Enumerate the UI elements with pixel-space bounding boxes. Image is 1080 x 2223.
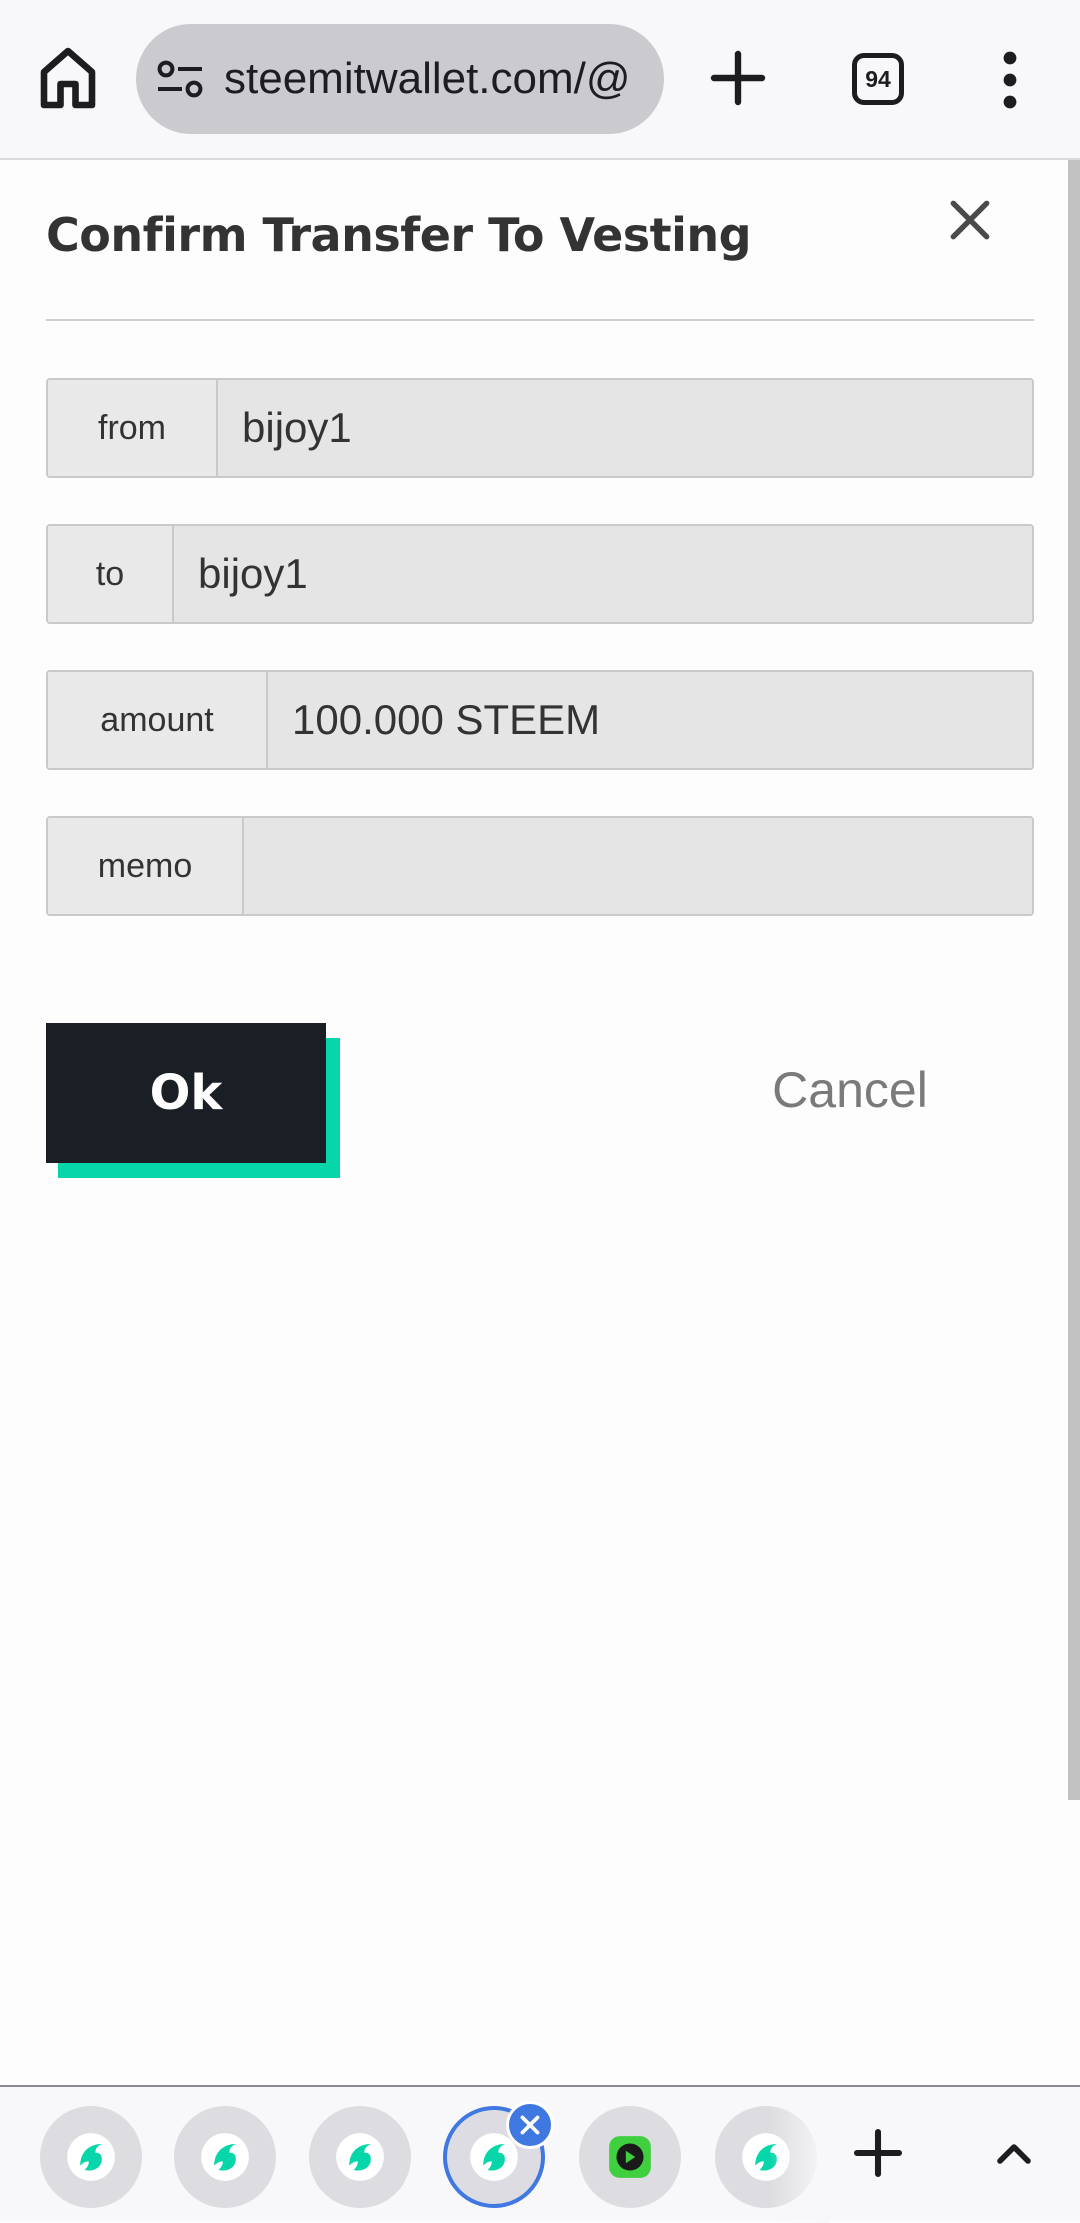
tab-steemit-3[interactable] xyxy=(309,2106,411,2208)
home-icon[interactable] xyxy=(32,42,104,114)
close-icon[interactable] xyxy=(945,195,995,245)
memo-field: memo xyxy=(46,816,1034,916)
memo-value xyxy=(244,818,1032,914)
to-value: bijoy1 xyxy=(174,526,1032,622)
close-tab-button[interactable] xyxy=(506,2101,554,2149)
tab-steemit-2[interactable] xyxy=(174,2106,276,2208)
browser-toolbar: steemitwallet.com/@ 94 xyxy=(0,0,1080,160)
tab-strip xyxy=(0,2085,1080,2223)
tab-video-app[interactable] xyxy=(579,2106,681,2208)
amount-value: 100.000 STEEM xyxy=(268,672,1032,768)
amount-label: amount xyxy=(48,672,268,768)
from-field: from bijoy1 xyxy=(46,378,1034,478)
chevron-up-icon[interactable] xyxy=(990,2129,1038,2177)
page-scrollbar[interactable] xyxy=(1068,160,1080,1800)
amount-field: amount 100.000 STEEM xyxy=(46,670,1034,770)
tab-strip-fade xyxy=(770,2087,830,2223)
ok-button[interactable]: Ok xyxy=(46,1023,326,1163)
ok-button-wrapper: Ok xyxy=(46,1023,340,1178)
new-tab-icon[interactable] xyxy=(706,46,770,110)
to-label: to xyxy=(48,526,174,622)
memo-label: memo xyxy=(48,818,244,914)
video-app-icon xyxy=(609,2136,651,2178)
url-text: steemitwallet.com/@ xyxy=(224,54,631,103)
address-bar[interactable]: steemitwallet.com/@ xyxy=(136,24,664,134)
more-menu-icon[interactable] xyxy=(990,50,1030,110)
dialog-divider xyxy=(46,319,1034,321)
steemit-icon xyxy=(201,2133,249,2181)
steemit-icon xyxy=(336,2133,384,2181)
from-label: from xyxy=(48,380,218,476)
cancel-button[interactable]: Cancel xyxy=(740,1050,960,1130)
to-field: to bijoy1 xyxy=(46,524,1034,624)
site-settings-icon[interactable] xyxy=(156,59,204,99)
steemit-icon xyxy=(67,2133,115,2181)
dialog-title: Confirm Transfer To Vesting xyxy=(46,208,752,262)
close-icon xyxy=(520,2115,540,2135)
from-value: bijoy1 xyxy=(218,380,1032,476)
tab-switcher-button[interactable]: 94 xyxy=(852,53,904,105)
add-tab-icon[interactable] xyxy=(850,2125,906,2181)
tab-steemit-1[interactable] xyxy=(40,2106,142,2208)
